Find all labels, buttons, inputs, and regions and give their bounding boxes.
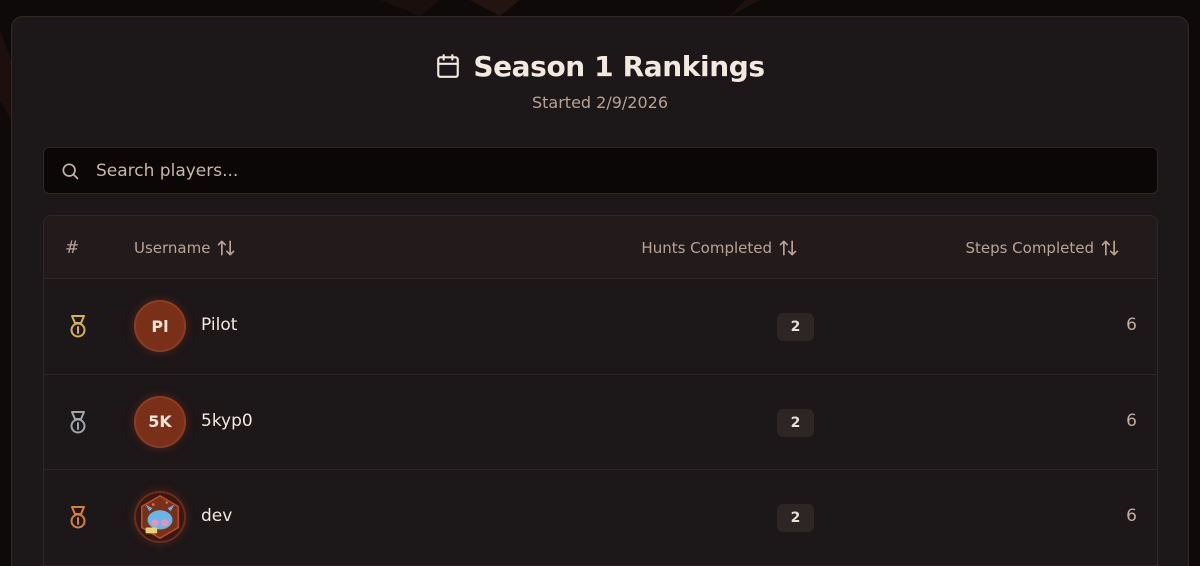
sort-icon[interactable] xyxy=(778,238,798,258)
steps-value: 6 xyxy=(1126,410,1137,431)
header: Season 1 Rankings Started 2/9/2026 xyxy=(12,49,1188,112)
season-start-date: Started 2/9/2026 xyxy=(531,93,669,112)
rankings-card: Season 1 Rankings Started 2/9/2026 # Use… xyxy=(11,16,1189,566)
username: Pilot xyxy=(201,315,238,335)
username-column-header[interactable]: Username xyxy=(134,216,236,279)
table-header: # Username Hunts Completed Steps Complet… xyxy=(44,216,1157,279)
search-input[interactable] xyxy=(96,160,1157,181)
table-row[interactable]: dev 2 6 xyxy=(44,470,1157,566)
bronze-medal-icon xyxy=(66,505,90,531)
avatar: 5K xyxy=(134,395,186,448)
avatar-image xyxy=(134,491,186,543)
avatar: Pl xyxy=(134,300,186,352)
hunts-badge: 2 xyxy=(777,408,814,437)
rankings-table: # Username Hunts Completed Steps Complet… xyxy=(43,215,1158,566)
sort-icon[interactable] xyxy=(216,238,236,258)
table-row[interactable]: Pl Pilot 2 6 xyxy=(44,279,1157,375)
username: 5kyp0 xyxy=(201,410,253,431)
rank-column-header: # xyxy=(65,237,80,258)
username-column-label: Username xyxy=(134,238,211,257)
steps-column-label: Steps Completed xyxy=(965,238,1094,257)
hunts-column-label: Hunts Completed xyxy=(641,238,772,257)
username: dev xyxy=(201,506,233,526)
calendar-icon xyxy=(435,53,461,79)
table-row[interactable]: 5K 5kyp0 2 6 xyxy=(44,374,1157,470)
steps-value: 6 xyxy=(1126,315,1137,335)
hunts-badge: 2 xyxy=(777,313,814,341)
silver-medal-icon xyxy=(66,410,90,436)
hunts-badge: 2 xyxy=(777,504,814,532)
search-bar[interactable] xyxy=(43,147,1158,194)
steps-column-header[interactable]: Steps Completed xyxy=(965,216,1120,279)
sort-icon[interactable] xyxy=(1100,238,1120,258)
gold-medal-icon xyxy=(66,314,90,340)
page-title: Season 1 Rankings xyxy=(473,49,765,83)
search-icon xyxy=(60,161,80,181)
hunts-column-header[interactable]: Hunts Completed xyxy=(641,216,798,279)
steps-value: 6 xyxy=(1126,506,1137,526)
